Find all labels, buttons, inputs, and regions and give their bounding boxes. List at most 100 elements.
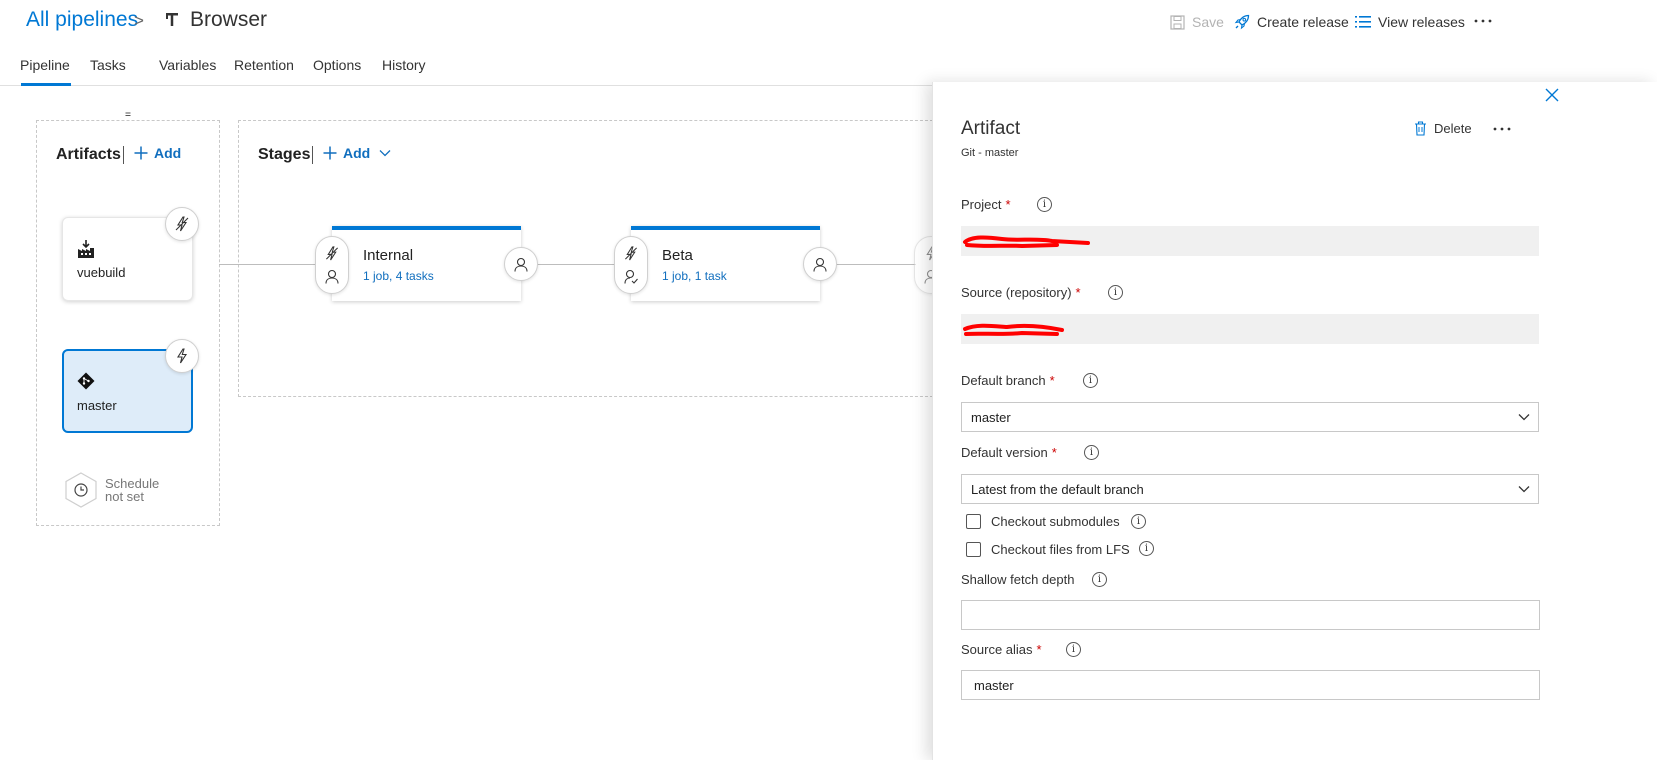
tab-tasks-label: Tasks	[90, 57, 126, 73]
person-icon	[325, 269, 339, 284]
info-icon[interactable]: i	[1108, 285, 1123, 300]
tab-options[interactable]: Options	[313, 57, 361, 73]
info-icon[interactable]: i	[1139, 541, 1154, 556]
chevron-down-icon[interactable]	[1518, 485, 1530, 493]
checkout-submodules-label[interactable]: Checkout submodules	[991, 514, 1120, 529]
lightning-icon	[175, 216, 189, 232]
tab-variables[interactable]: Variables	[159, 57, 216, 73]
build-icon	[77, 240, 95, 258]
redaction-mark	[962, 321, 1068, 339]
default-version-dropdown[interactable]: Latest from the default branch	[961, 474, 1539, 504]
git-icon	[77, 372, 95, 390]
breadcrumb-all-pipelines[interactable]: All pipelines	[26, 8, 138, 32]
save-label: Save	[1192, 14, 1224, 30]
rocket-icon	[1234, 14, 1250, 30]
lightning-icon	[175, 348, 189, 364]
artifact-trigger-button-master[interactable]	[165, 339, 199, 373]
project-label: Project *	[961, 197, 1011, 212]
stage-name-beta: Beta	[662, 247, 693, 264]
person-icon	[813, 257, 827, 272]
view-releases-label: View releases	[1378, 14, 1465, 30]
schedule-status-line2: not set	[105, 489, 145, 504]
add-stage-button[interactable]: Add	[323, 145, 391, 161]
delete-button[interactable]: Delete	[1414, 121, 1472, 136]
artifacts-title: Artifacts	[56, 146, 121, 163]
artifacts-title-divider	[123, 146, 124, 164]
tasks-dropdown-icon	[125, 112, 131, 117]
lightning-icon	[624, 246, 638, 261]
pre-deployment-conditions-beta[interactable]	[614, 236, 648, 294]
add-stage-label: Add	[343, 145, 371, 161]
tab-tasks[interactable]: Tasks	[90, 57, 126, 73]
checkout-lfs-checkbox[interactable]	[966, 542, 981, 557]
tab-retention[interactable]: Retention	[234, 57, 294, 73]
stage-name-internal: Internal	[363, 247, 414, 264]
default-version-label: Default version *	[961, 445, 1057, 460]
connector-line	[836, 264, 916, 265]
source-repository-label: Source (repository) *	[961, 285, 1081, 300]
source-alias-value: master	[974, 677, 1014, 693]
delete-label: Delete	[1434, 121, 1472, 136]
add-artifact-label: Add	[154, 145, 182, 161]
post-deployment-approvals-beta[interactable]	[803, 247, 837, 281]
stage-card-internal[interactable]	[332, 226, 521, 301]
active-tab-indicator	[21, 83, 71, 86]
pipeline-icon	[165, 12, 179, 28]
stages-title-divider	[312, 146, 313, 164]
source-alias-label: Source alias *	[961, 642, 1042, 657]
default-branch-label: Default branch *	[961, 373, 1055, 388]
artifact-label-vuebuild: vuebuild	[77, 265, 126, 280]
schedule-button[interactable]	[64, 472, 98, 508]
source-alias-input[interactable]: master	[961, 670, 1540, 700]
panel-more-icon[interactable]	[1493, 127, 1511, 131]
plus-icon	[323, 146, 337, 160]
stage-summary-internal[interactable]: 1 job, 4 tasks	[363, 269, 434, 283]
connector-line	[537, 264, 615, 265]
pre-deployment-conditions-internal[interactable]	[315, 236, 349, 294]
shallow-fetch-depth-input[interactable]	[961, 600, 1540, 630]
add-artifact-button[interactable]: Add	[134, 145, 181, 161]
artifact-trigger-button-vuebuild[interactable]	[165, 207, 199, 241]
create-release-button[interactable]: Create release	[1234, 14, 1349, 30]
info-icon[interactable]: i	[1066, 642, 1081, 657]
checkout-lfs-label[interactable]: Checkout files from LFS	[991, 542, 1130, 557]
required-marker: *	[1051, 445, 1057, 460]
default-version-value: Latest from the default branch	[971, 481, 1144, 497]
chevron-down-icon[interactable]	[1518, 413, 1530, 421]
stages-title: Stages	[258, 146, 311, 163]
stage-summary-beta[interactable]: 1 job, 1 task	[662, 269, 727, 283]
create-release-label: Create release	[1257, 14, 1349, 30]
tab-pipeline[interactable]: Pipeline	[20, 57, 70, 73]
pipeline-title: Browser	[190, 8, 268, 31]
panel-subtitle: Git - master	[961, 147, 1019, 159]
post-deployment-approvals-internal[interactable]	[504, 247, 538, 281]
connector-line	[219, 264, 315, 265]
default-branch-dropdown[interactable]: master	[961, 402, 1539, 432]
chevron-down-icon	[379, 149, 391, 157]
artifacts-section	[36, 120, 220, 526]
info-icon[interactable]: i	[1092, 572, 1107, 587]
save-icon	[1170, 14, 1185, 30]
checkout-submodules-checkbox[interactable]	[966, 514, 981, 529]
more-actions-icon[interactable]	[1474, 19, 1492, 23]
lightning-icon	[325, 246, 339, 261]
shallow-fetch-depth-text[interactable]	[971, 607, 1539, 623]
tab-history[interactable]: History	[382, 57, 426, 73]
person-icon	[514, 257, 528, 272]
required-marker: *	[1049, 373, 1055, 388]
info-icon[interactable]: i	[1037, 197, 1052, 212]
info-icon[interactable]: i	[1084, 445, 1099, 460]
required-marker: *	[1005, 197, 1011, 212]
stage-card-beta[interactable]	[631, 226, 820, 301]
artifact-label-master: master	[77, 398, 117, 413]
redaction-mark	[962, 233, 1090, 251]
close-icon[interactable]	[1545, 88, 1559, 102]
shallow-fetch-depth-label: Shallow fetch depth	[961, 572, 1075, 587]
required-marker: *	[1075, 285, 1081, 300]
person-approval-icon	[624, 269, 638, 285]
view-releases-button[interactable]: View releases	[1355, 14, 1465, 30]
breadcrumb-separator: >	[134, 11, 144, 30]
info-icon[interactable]: i	[1131, 514, 1146, 529]
save-button[interactable]: Save	[1170, 14, 1224, 30]
info-icon[interactable]: i	[1083, 373, 1098, 388]
